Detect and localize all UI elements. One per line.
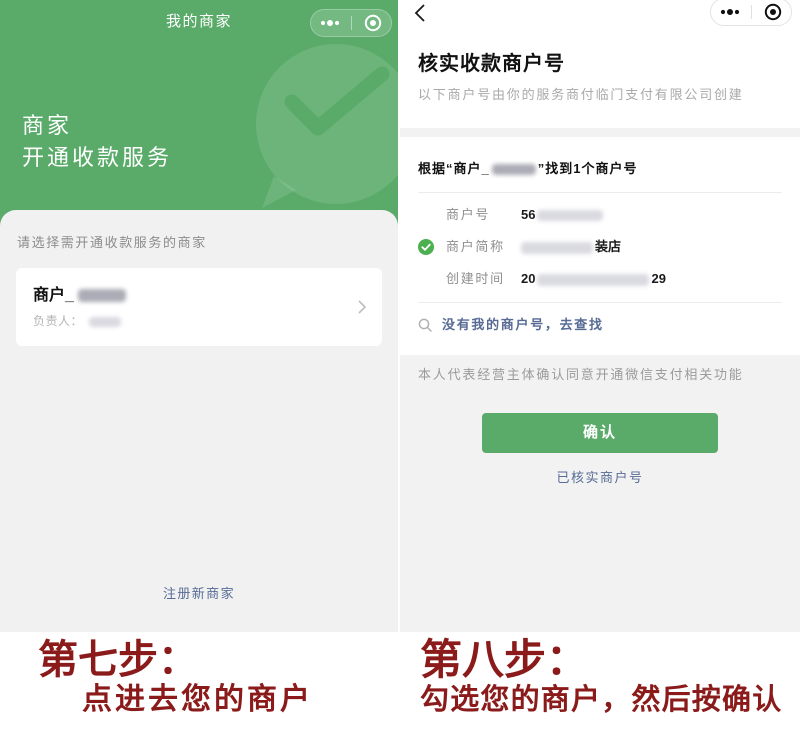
divider [418, 302, 782, 303]
blurred-short-name [521, 241, 593, 254]
merchant-id-visible: 56 [521, 207, 536, 222]
header-subheading: 开通收款服务 [22, 145, 173, 170]
merchant-name: 商户_ [33, 285, 126, 307]
capsule-divider [751, 5, 752, 19]
page-title: 核实收款商户号 [418, 53, 565, 75]
created-time-end: 29 [651, 271, 666, 286]
target-icon[interactable] [763, 0, 783, 25]
more-dots-icon[interactable] [718, 0, 742, 25]
register-new-merchant-link[interactable]: 注册新商家 [0, 584, 398, 604]
merchant-id-value: 56 [521, 205, 604, 225]
blurred-created-time [537, 273, 650, 286]
capsule-divider [351, 16, 352, 30]
blurred-owner-name [89, 316, 122, 327]
chevron-right-icon [357, 300, 367, 314]
merchant-short-name-value: 装店 [521, 237, 621, 257]
tutorial-composite: 我的商家 商家 开通收款服务 请选择需开通收款服务的商家 商户_ 负责人： 注册… [0, 0, 800, 750]
created-time-label: 创建时间 [446, 271, 505, 286]
left-phone-screen: 我的商家 商家 开通收款服务 请选择需开通收款服务的商家 商户_ 负责人： 注册… [0, 0, 398, 632]
blurred-merchant-name [491, 164, 536, 176]
created-time-row: 创建时间 20 29 [400, 269, 800, 289]
search-result-summary: 根据“商户_ ”找到1个商户号 [418, 159, 637, 179]
created-time-start: 20 [521, 271, 536, 286]
summary-text-end: ”找到1个商户号 [537, 161, 638, 176]
step8-instruction: 勾选您的商户，然后按确认 [420, 684, 783, 716]
more-dots-icon[interactable] [318, 10, 342, 36]
step7-title: 第七步： [38, 638, 198, 682]
created-time-value: 20 29 [521, 269, 666, 289]
right-phone-screen: 核实收款商户号 以下商户号由你的服务商付临门支付有限公司创建 根据“商户_ ”找到… [400, 0, 800, 632]
capsule-menu[interactable] [710, 0, 792, 26]
page-subtitle: 以下商户号由你的服务商付临门支付有限公司创建 [418, 87, 744, 102]
divider [418, 192, 782, 193]
blurred-merchant-name [77, 289, 126, 303]
blurred-merchant-id [537, 210, 604, 222]
merchant-sheet: 请选择需开通收款服务的商家 商户_ 负责人： 注册新商家 [0, 210, 398, 632]
capsule-menu[interactable] [310, 9, 392, 37]
select-prompt: 请选择需开通收款服务的商家 [17, 235, 207, 250]
short-name-visible: 装店 [595, 239, 622, 254]
merchant-id-row: 商户号 56 [400, 205, 800, 225]
merchant-short-name-row[interactable]: 商户简称 装店 [400, 237, 800, 257]
search-icon[interactable] [418, 318, 432, 332]
back-chevron-icon[interactable] [413, 3, 427, 23]
step8-title: 第八步： [420, 636, 589, 683]
owner-label: 负责人： [33, 314, 84, 328]
target-icon[interactable] [363, 10, 383, 36]
step7-instruction: 点进去您的商户 [82, 683, 313, 716]
confirm-button[interactable]: 确认 [482, 413, 718, 453]
summary-text-start: 根据“商户_ [418, 161, 490, 176]
consent-text: 本人代表经营主体确认同意开通微信支付相关功能 [418, 367, 744, 382]
verified-merchant-link[interactable]: 已核实商户号 [400, 468, 800, 488]
find-merchant-link[interactable]: 没有我的商户号，去查找 [442, 315, 604, 335]
merchant-owner: 负责人： [33, 312, 122, 330]
merchant-id-label: 商户号 [446, 207, 491, 222]
merchant-card[interactable]: 商户_ 负责人： [16, 268, 382, 346]
header-heading: 商家 [22, 113, 73, 138]
merchant-short-name-label: 商户简称 [446, 239, 505, 254]
merchant-name-prefix: 商户_ [33, 287, 74, 304]
